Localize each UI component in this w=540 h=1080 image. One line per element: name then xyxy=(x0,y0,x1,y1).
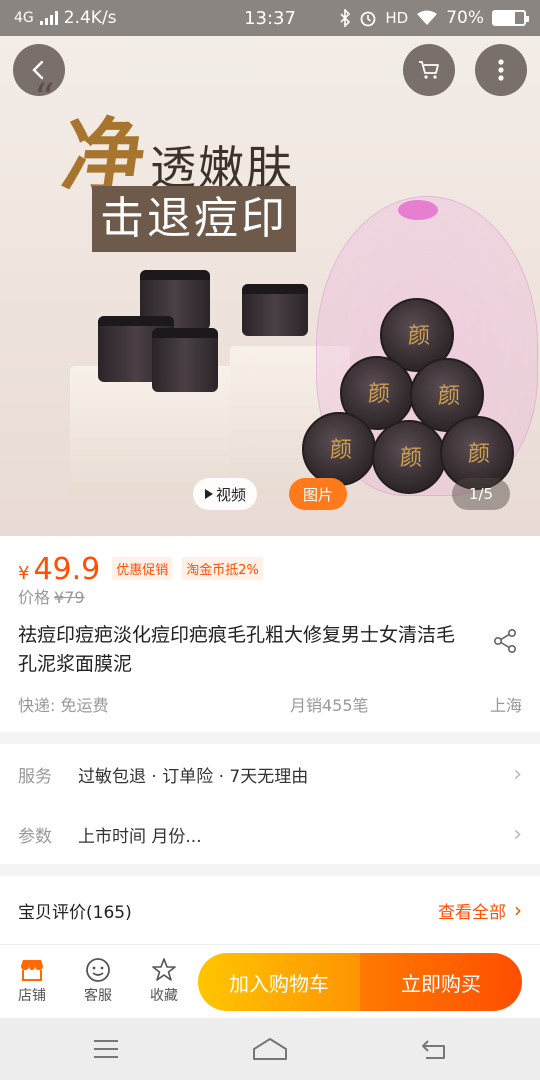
reviews-title: 宝贝评价(165) xyxy=(18,902,132,923)
product-info: ¥ 49.9 优惠促销 淘金币抵2% 价格 ¥79 祛痘印痘疤淡化痘印疤痕毛孔粗大… xyxy=(0,536,540,732)
product-title: 祛痘印痘疤淡化痘印疤痕毛孔粗大修复男士女清洁毛孔泥浆面膜泥 xyxy=(18,624,456,675)
currency-symbol: ¥ xyxy=(18,563,30,584)
params-row[interactable]: 参数 上市时间 月份... › xyxy=(0,804,540,864)
product-image-gallery[interactable]: “ 净 透嫩肤 击退痘印 颜 颜 颜 颜 颜 颜 视频 图片 1/5 xyxy=(0,36,540,536)
see-all-reviews-link[interactable]: 查看全部 xyxy=(438,898,506,923)
buy-now-button[interactable]: 立即购买 xyxy=(360,953,522,1011)
hero-banner: 击退痘印 xyxy=(92,186,296,252)
seal-icon: 颜 xyxy=(368,382,391,407)
reviews-header[interactable]: 宝贝评价(165) 查看全部 › xyxy=(0,876,540,944)
status-bar: 4G 2.4K/s 13:37 HD 70% xyxy=(0,0,540,36)
seal-icon: 颜 xyxy=(468,442,491,467)
seal-icon: 颜 xyxy=(330,438,353,463)
chevron-right-icon: › xyxy=(513,761,522,787)
battery-percent: 70% xyxy=(446,8,484,28)
bottom-action-bar: 店铺 客服 收藏 加入购物车 立即购买 xyxy=(0,944,540,1018)
customer-service-label: 客服 xyxy=(84,988,112,1004)
menu-nav-button[interactable] xyxy=(86,1034,126,1064)
clock: 13:37 xyxy=(244,7,296,29)
favorite-button[interactable]: 收藏 xyxy=(134,955,194,1005)
original-price-row: 价格 ¥79 xyxy=(18,584,85,608)
customer-service-button[interactable]: 客服 xyxy=(68,955,128,1005)
shipping-row: 快递: 免运费 月销455笔 上海 xyxy=(18,692,522,716)
service-section: 服务 过敏包退 · 订单险 · 7天无理由 › 参数 上市时间 月份... › xyxy=(0,744,540,864)
share-button[interactable] xyxy=(490,626,520,656)
round-jar: 颜 xyxy=(302,412,376,486)
back-icon xyxy=(32,60,44,80)
bluetooth-icon xyxy=(340,9,351,27)
home-nav-button[interactable] xyxy=(250,1034,290,1064)
cart-button[interactable] xyxy=(403,44,455,96)
video-tab-label: 视频 xyxy=(215,485,246,504)
params-key: 参数 xyxy=(18,826,52,847)
service-row[interactable]: 服务 过敏包退 · 订单险 · 7天无理由 › xyxy=(0,744,540,804)
promo-tag: 优惠促销 xyxy=(112,557,173,580)
system-nav-bar xyxy=(0,1018,540,1080)
share-icon xyxy=(494,628,516,653)
battery-icon xyxy=(492,10,529,26)
seal-icon: 颜 xyxy=(408,324,431,349)
store-label: 店铺 xyxy=(18,988,46,1004)
service-key: 服务 xyxy=(18,766,52,787)
store-button[interactable]: 店铺 xyxy=(2,955,62,1005)
back-nav-button[interactable] xyxy=(414,1034,454,1064)
chevron-right-icon: › xyxy=(514,898,522,922)
service-icon xyxy=(68,955,128,985)
chevron-right-icon: › xyxy=(513,821,522,847)
back-nav-icon xyxy=(422,1040,445,1059)
location: 上海 xyxy=(489,696,522,715)
more-icon xyxy=(498,59,504,81)
page-indicator: 1/5 xyxy=(452,478,510,510)
more-button[interactable] xyxy=(475,44,527,96)
battery-fill xyxy=(494,12,515,24)
price-row: ¥ 49.9 优惠促销 淘金币抵2% xyxy=(18,552,263,587)
coin-tag: 淘金币抵2% xyxy=(182,557,263,580)
params-value: 上市时间 月份... xyxy=(78,826,202,847)
image-tab[interactable]: 图片 xyxy=(289,478,347,510)
store-icon xyxy=(2,955,62,985)
product-jar xyxy=(242,284,308,336)
monthly-sales: 月销455笔 xyxy=(289,696,369,715)
seal-icon: 颜 xyxy=(400,446,423,471)
shipping: 快递: 免运费 xyxy=(18,696,109,715)
bag-bow xyxy=(398,200,438,220)
original-price-label: 价格 xyxy=(18,588,51,607)
cart-icon xyxy=(419,61,439,79)
alarm-icon xyxy=(360,11,376,27)
network-speed: 2.4K/s xyxy=(63,8,117,28)
hd-badge: HD xyxy=(385,9,409,27)
wifi-icon xyxy=(417,10,438,25)
menu-icon xyxy=(94,1040,118,1058)
original-price: ¥79 xyxy=(54,588,85,607)
status-left: 4G 2.4K/s xyxy=(14,8,214,28)
home-icon xyxy=(253,1038,287,1060)
signal-icon xyxy=(39,11,58,25)
seal-icon: 颜 xyxy=(438,384,461,409)
product-jar xyxy=(152,328,218,392)
service-value: 过敏包退 · 订单险 · 7天无理由 xyxy=(78,766,309,787)
back-button[interactable] xyxy=(13,44,65,96)
video-tab[interactable]: 视频 xyxy=(193,478,257,510)
play-icon xyxy=(204,489,213,499)
network-type: 4G xyxy=(14,10,34,26)
add-to-cart-button[interactable]: 加入购物车 xyxy=(198,953,360,1011)
price: 49.9 xyxy=(33,552,101,587)
favorite-label: 收藏 xyxy=(150,988,178,1004)
status-right: HD 70% xyxy=(326,8,529,28)
round-jar: 颜 xyxy=(372,420,446,494)
star-icon xyxy=(134,955,194,985)
